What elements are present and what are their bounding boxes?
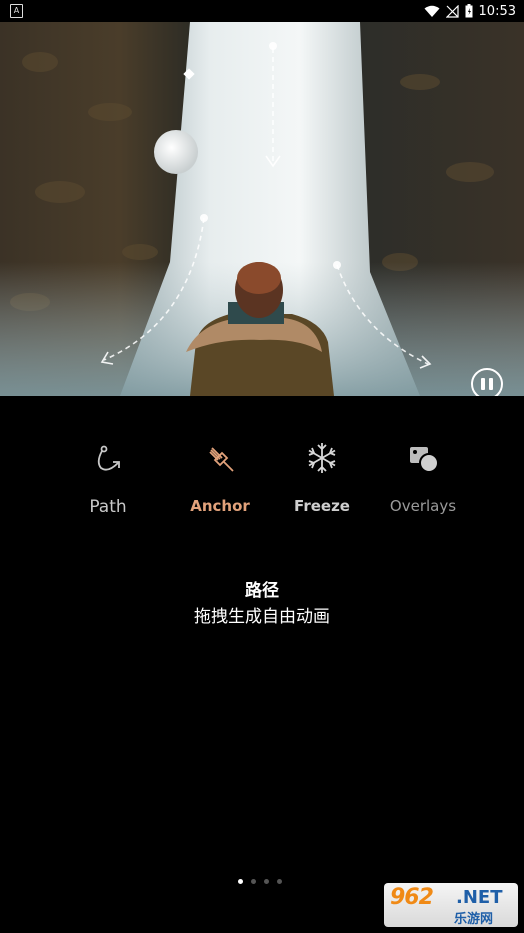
pause-bar-right: [489, 378, 493, 390]
page-dot-1[interactable]: [238, 879, 243, 884]
tab-path-label: Path: [89, 497, 127, 517]
waterfall-scene: [0, 22, 524, 396]
page-dot-2[interactable]: [251, 879, 256, 884]
snowflake-icon: [308, 443, 336, 473]
pause-bar-left: [481, 378, 485, 390]
tab-anchor-label: Anchor: [190, 497, 250, 515]
tab-anchor[interactable]: Anchor: [170, 430, 270, 530]
tool-tabs: Path Anchor Freeze Overlays: [0, 430, 524, 530]
pause-button[interactable]: [471, 368, 503, 396]
page-dot-4[interactable]: [277, 879, 282, 884]
video-preview[interactable]: [0, 22, 524, 396]
watermark-logo: 962: [390, 885, 434, 910]
tab-path[interactable]: Path: [58, 430, 158, 530]
tab-freeze[interactable]: Freeze: [272, 430, 372, 530]
path-icon: [97, 445, 120, 471]
site-watermark: 962 .NET 乐游网: [384, 883, 518, 927]
battery-icon: [465, 4, 473, 18]
feature-title: 路径: [245, 581, 279, 601]
tab-freeze-label: Freeze: [294, 497, 350, 515]
tab-overlays-label: Overlays: [389, 497, 457, 515]
app-notification-icon: A: [10, 4, 23, 18]
anchor-pin-icon: [209, 447, 234, 472]
status-bar: A 10:53: [0, 0, 524, 22]
page-indicator: [238, 879, 282, 884]
watermark-net: .NET: [456, 887, 503, 908]
feature-description: 拖拽生成自由动画: [194, 607, 330, 627]
clock: 10:53: [478, 3, 516, 19]
signal-icon: [445, 4, 459, 18]
overlays-icon: [410, 447, 439, 473]
page-dot-3[interactable]: [264, 879, 269, 884]
tab-overlays[interactable]: Overlays: [373, 430, 473, 530]
wifi-icon: [424, 5, 440, 17]
watermark-subtitle: 乐游网: [454, 912, 494, 927]
